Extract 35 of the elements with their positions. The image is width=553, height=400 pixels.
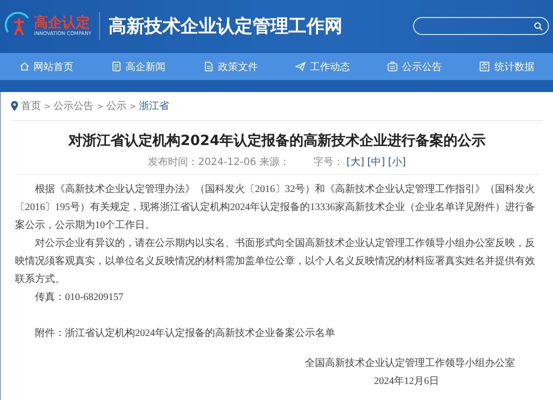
breadcrumb-separator: >: [96, 102, 104, 110]
nav-link[interactable]: 公示公告: [383, 58, 446, 76]
font-size-link[interactable]: [大]: [346, 155, 364, 169]
search-icon[interactable]: [534, 22, 543, 30]
bar-chart-icon: [479, 61, 490, 72]
paragraph: 根据《高新技术企业认定管理办法》（国科发火〔2016〕32号）和《高新技术企业认定管理工作指引》（国科发火〔2016〕195号）有关规定，现将浙江省认定机构2024年认定报备的13336家高新技术企业（企业名单详见附件）进行备案公示，公示期为10个工作日。: [15, 182, 536, 233]
logo-text: 高企认定: [34, 14, 91, 30]
font-size-label: 字号：: [313, 156, 344, 169]
paragraph: 对公示企业有异议的，请在公示期内以实名、书面形式向全国高新技术企业认定管理工作领导小组办公室反映，反映情况须客观真实，以单位名义反映情况的材料需加盖单位公章，以个人名义反映情况的材料应署真实姓名并提供有效联系方式。: [15, 236, 536, 287]
font-size-link[interactable]: [小]: [388, 155, 406, 169]
paper-plane-icon: [295, 61, 306, 72]
site-title: 高新技术企业认定管理工作网: [108, 15, 344, 38]
nav-link[interactable]: 网站首页: [14, 58, 78, 76]
document-icon: [110, 61, 122, 72]
breadcrumb-separator: >: [44, 102, 51, 110]
breadcrumb-link[interactable]: 公示公告: [54, 99, 94, 113]
file-icon: [202, 61, 214, 72]
breadcrumb-link[interactable]: 浙江省: [139, 99, 170, 113]
font-size-link[interactable]: [中]: [367, 155, 386, 169]
article-title: 对浙江省认定机构2024年认定报备的高新技术企业进行备案的公示: [67, 132, 486, 151]
nav-link[interactable]: 工作动态: [291, 58, 354, 76]
location-pin-icon: [11, 101, 18, 111]
nav-link[interactable]: 政策文件: [198, 58, 262, 76]
breadcrumb-link[interactable]: 首页: [21, 99, 41, 113]
breadcrumb-separator: >: [129, 102, 136, 110]
nav-link[interactable]: 统计数据: [475, 58, 538, 76]
signature-date: 2024年12月6日: [373, 375, 440, 389]
paragraph: 传真：010-68209157: [34, 290, 124, 305]
publish-info: 发布时间：2024-12-06 来源：: [148, 156, 290, 169]
home-icon: [18, 61, 30, 72]
attachment-text: 附件：浙江省认定机构2024年认定报备的高新技术企业备案公示名单: [34, 326, 336, 341]
signature: 全国高新技术企业认定管理工作领导小组办公室: [304, 356, 516, 371]
nav-link[interactable]: 高企新闻: [106, 58, 170, 76]
search-field[interactable]: [413, 17, 549, 35]
breadcrumb-link[interactable]: 公示: [106, 99, 126, 113]
